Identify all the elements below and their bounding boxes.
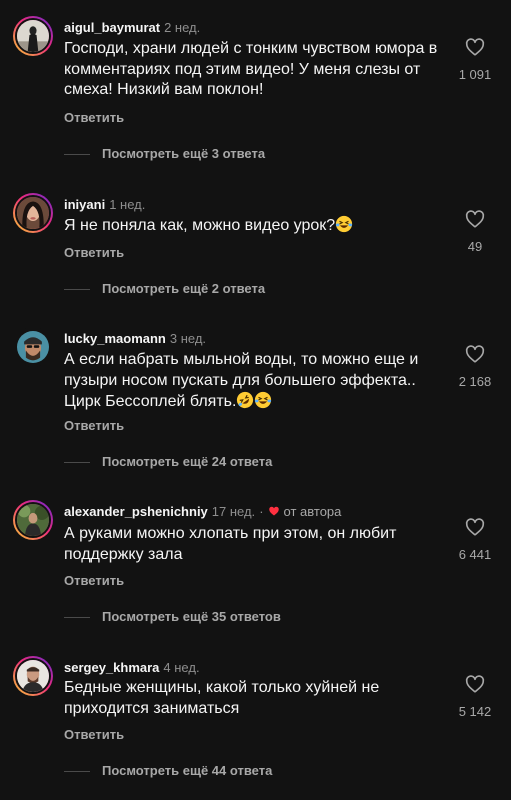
view-replies-label: Посмотреть ещё 2 ответа xyxy=(102,281,266,296)
heart-outline-icon xyxy=(465,518,485,536)
username[interactable]: sergey_khmara xyxy=(64,660,159,675)
heart-outline-icon xyxy=(465,210,485,228)
avatar-photo xyxy=(17,197,49,229)
like-button[interactable]: 1 091 xyxy=(453,36,497,82)
comment-text: Я не поняла как, можно видео урок? xyxy=(64,215,444,237)
heart-outline-icon xyxy=(465,675,485,693)
reply-button[interactable]: Ответить xyxy=(64,110,124,125)
comment-text: Господи, храни людей с тонким чувством ю… xyxy=(64,39,444,101)
username[interactable]: lucky_maomann xyxy=(64,331,166,346)
view-replies-label: Посмотреть ещё 35 ответов xyxy=(102,609,281,624)
timestamp: 1 нед. xyxy=(109,197,146,212)
like-count: 2 168 xyxy=(458,374,492,389)
comment-text-content: Господи, храни людей с тонким чувством ю… xyxy=(64,40,438,98)
comment-header: alexander_pshenichniy 17 нед. · от автора xyxy=(64,504,341,519)
comment-header: aigul_baymurat 2 нед. xyxy=(64,20,200,35)
username[interactable]: iniyani xyxy=(64,197,105,212)
reply-button[interactable]: Ответить xyxy=(64,245,124,260)
comment-text: Бедные женщины, какой только хуйней не п… xyxy=(64,678,444,719)
avatar-photo xyxy=(17,20,49,52)
like-button[interactable]: 6 441 xyxy=(453,516,497,562)
comment-text-content: А руками можно хлопать при этом, он люби… xyxy=(64,525,397,563)
view-replies-label: Посмотреть ещё 24 ответа xyxy=(102,454,273,469)
replies-divider xyxy=(64,771,90,772)
username[interactable]: alexander_pshenichniy xyxy=(64,504,208,519)
like-button[interactable]: 49 xyxy=(453,208,497,254)
heart-filled-icon xyxy=(268,506,279,516)
avatar-photo xyxy=(17,504,49,536)
avatar-photo xyxy=(17,660,49,692)
avatar[interactable] xyxy=(13,500,53,540)
timestamp: 4 нед. xyxy=(163,660,200,675)
timestamp: 3 нед. xyxy=(169,331,207,346)
reply-button[interactable]: Ответить xyxy=(64,727,124,742)
replies-divider xyxy=(64,617,90,618)
avatar[interactable] xyxy=(13,656,53,696)
replies-divider xyxy=(64,462,90,463)
heart-outline-icon xyxy=(465,38,485,56)
laughing-tears-emoji xyxy=(255,391,272,409)
avatar[interactable] xyxy=(13,16,53,56)
avatar[interactable] xyxy=(13,193,53,233)
avatar[interactable] xyxy=(13,327,53,367)
separator-dot: · xyxy=(259,504,264,519)
reply-button[interactable]: Ответить xyxy=(64,418,124,433)
timestamp: 17 нед. xyxy=(211,504,256,519)
like-button[interactable]: 5 142 xyxy=(453,673,497,719)
timestamp: 2 нед. xyxy=(164,20,201,35)
like-count: 49 xyxy=(467,239,483,254)
avatar-photo xyxy=(17,331,49,363)
comment-text-content: Я не поняла как, можно видео урок? xyxy=(64,217,336,234)
comment-header: sergey_khmara 4 нед. xyxy=(64,660,200,675)
like-count: 1 091 xyxy=(458,67,492,82)
heart-outline-icon xyxy=(465,345,485,363)
comment-text: А если набрать мыльной воды, то можно ещ… xyxy=(64,350,444,413)
laughing-tears-emoji xyxy=(336,215,353,233)
like-button[interactable]: 2 168 xyxy=(453,343,497,389)
view-replies-label: Посмотреть ещё 44 ответа xyxy=(102,763,273,778)
comment-header: iniyani 1 нед. xyxy=(64,197,145,212)
like-count: 6 441 xyxy=(458,547,492,562)
reply-button[interactable]: Ответить xyxy=(64,573,124,588)
view-replies-label: Посмотреть ещё 3 ответа xyxy=(102,146,266,161)
replies-divider xyxy=(64,154,90,155)
author-badge: от автора xyxy=(283,504,342,519)
like-count: 5 142 xyxy=(458,704,492,719)
comment-header: lucky_maomann 3 нед. xyxy=(64,331,206,346)
username[interactable]: aigul_baymurat xyxy=(64,20,160,35)
comment-text: А руками можно хлопать при этом, он люби… xyxy=(64,524,444,565)
rofl-emoji xyxy=(237,391,254,409)
comments-list: aigul_baymurat 2 нед. Господи, храни люде… xyxy=(0,0,511,800)
replies-divider xyxy=(64,289,90,290)
comment-text-content: Бедные женщины, какой только хуйней не п… xyxy=(64,679,380,717)
